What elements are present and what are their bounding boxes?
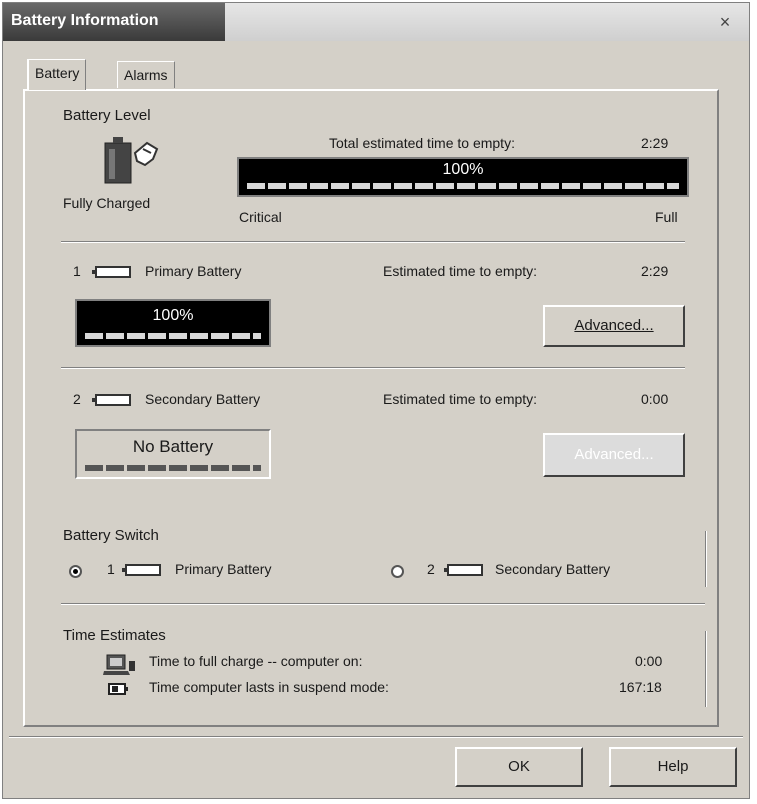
tab-battery[interactable]: Battery <box>27 59 87 90</box>
primary-charge-percent: 100% <box>152 307 194 324</box>
time-estimates-group-label: Time Estimates <box>63 627 166 644</box>
total-charge-meter: 100% <box>237 157 689 197</box>
title-bar: Battery Information × <box>3 3 749 41</box>
tab-alarms[interactable]: Alarms <box>117 61 175 88</box>
close-button[interactable]: × <box>713 10 737 34</box>
secondary-advanced-button[interactable]: Advanced... <box>543 433 685 477</box>
secondary-index: 2 <box>73 391 81 407</box>
window-title: Battery Information <box>11 12 159 29</box>
battery-level-group-label: Battery Level <box>63 107 151 124</box>
primary-battery-icon <box>92 266 131 278</box>
time-suspend-value: 167:18 <box>619 679 662 695</box>
total-charge-percent: 100% <box>442 161 484 178</box>
total-time-value: 2:29 <box>641 135 669 151</box>
total-time-label: Total estimated time to empty: <box>329 135 515 151</box>
switch-option-1-index: 1 <box>107 561 115 577</box>
secondary-time-label: Estimated time to empty: <box>383 391 538 407</box>
primary-charge-bar <box>85 333 261 339</box>
title-tab: Battery Information <box>3 3 225 41</box>
battery-suspend-icon <box>108 683 128 695</box>
group-border <box>705 631 707 707</box>
primary-advanced-button[interactable]: Advanced... <box>543 305 685 347</box>
group-border <box>705 531 707 587</box>
total-charge-bar <box>247 183 679 189</box>
secondary-battery-icon <box>92 394 131 406</box>
time-full-charge-label: Time to full charge -- computer on: <box>149 653 363 669</box>
no-battery-label: No Battery <box>132 437 214 456</box>
separator <box>61 241 685 243</box>
time-suspend-label: Time computer lasts in suspend mode: <box>149 679 389 695</box>
primary-battery-name: Primary Battery <box>145 263 242 279</box>
secondary-charge-bar <box>85 465 261 471</box>
primary-charge-meter: 100% <box>75 299 271 347</box>
switch-primary-battery-icon <box>122 564 161 576</box>
switch-option-primary-label[interactable]: Primary Battery <box>175 561 271 577</box>
fully-charged-battery-icon <box>104 137 159 184</box>
switch-secondary-battery-icon <box>444 564 483 576</box>
battery-switch-group-label: Battery Switch <box>63 527 159 544</box>
separator <box>61 603 705 605</box>
radio-primary-battery[interactable] <box>69 565 82 578</box>
secondary-battery-name: Secondary Battery <box>145 391 261 407</box>
radio-secondary-battery[interactable] <box>391 565 404 578</box>
battery-tab-panel: Battery Level Fully Charged Total estima… <box>23 89 719 727</box>
battery-information-window: Battery Information × Battery Alarms Bat… <box>2 2 750 799</box>
separator <box>9 736 743 738</box>
help-button[interactable]: Help <box>609 747 737 787</box>
switch-option-2-index: 2 <box>427 561 435 577</box>
full-label: Full <box>655 209 678 225</box>
time-full-charge-value: 0:00 <box>635 653 663 669</box>
charge-status-label: Fully Charged <box>63 195 151 211</box>
switch-option-secondary-label[interactable]: Secondary Battery <box>495 561 610 577</box>
secondary-status-box: No Battery <box>75 429 271 479</box>
laptop-icon <box>103 654 135 675</box>
ok-button[interactable]: OK <box>455 747 583 787</box>
critical-label: Critical <box>239 209 282 225</box>
primary-time-value: 2:29 <box>641 263 669 279</box>
primary-time-label: Estimated time to empty: <box>383 263 538 279</box>
primary-index: 1 <box>73 263 81 279</box>
secondary-time-value: 0:00 <box>641 391 669 407</box>
separator <box>61 367 685 369</box>
